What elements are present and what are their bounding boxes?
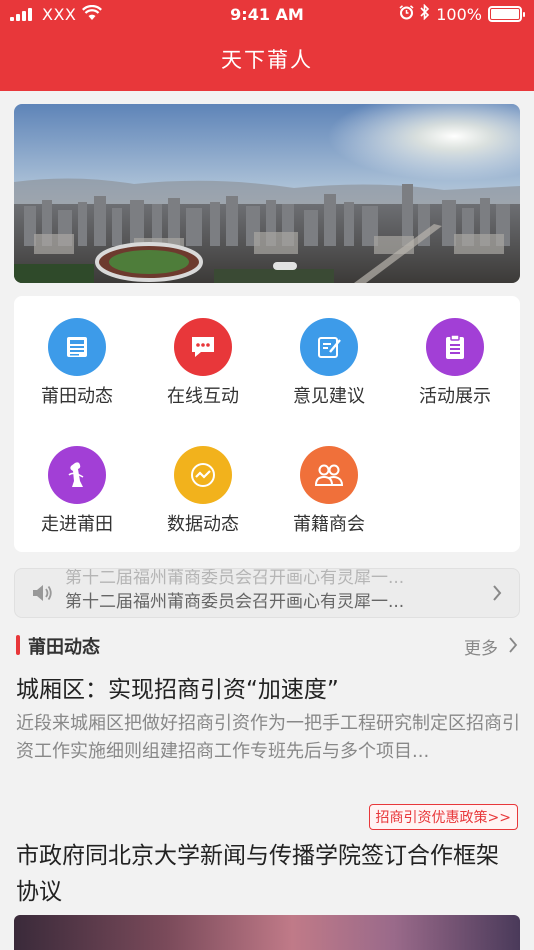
page-title: 天下莆人 — [221, 48, 313, 72]
menu-item-suggestions[interactable]: 意见建议 — [266, 318, 392, 408]
menu-item-data-trends[interactable]: 数据动态 — [140, 446, 266, 536]
article-summary: 近段来城厢区把做好招商引资作为一把手工程研究制定区招商引资工作实施细则组建招商工… — [16, 713, 520, 762]
article-image[interactable] — [14, 915, 520, 950]
menu-grid: 莆田动态 在线互动 意见建议 活动展示 走进莆田 数据动态 莆籍商会 — [14, 296, 520, 552]
menu-label: 走进莆田 — [41, 514, 113, 535]
battery-percent: 100% — [436, 4, 482, 24]
menu-label: 数据动态 — [167, 514, 239, 535]
chevron-right-icon[interactable] — [508, 636, 518, 658]
top-bar: XXX 9:41 AM 100% 天下莆人 — [0, 0, 534, 91]
city-skyline-photo — [14, 104, 520, 283]
clipboard-icon — [426, 318, 484, 376]
bluetooth-icon — [420, 3, 430, 24]
more-link[interactable]: 更多 — [464, 634, 498, 659]
menu-label: 在线互动 — [167, 386, 239, 407]
menu-label: 意见建议 — [293, 386, 365, 407]
menu-label: 活动展示 — [419, 386, 491, 407]
article-title[interactable]: 城厢区：实现招商引资“加速度” — [16, 670, 339, 704]
menu-label: 莆籍商会 — [293, 514, 365, 535]
speaker-icon — [31, 583, 53, 607]
menu-item-online-interaction[interactable]: 在线互动 — [140, 318, 266, 408]
chart-icon — [174, 446, 232, 504]
ticker-text: 第十二届福州莆商委员会召开画心有灵犀一... — [65, 592, 405, 612]
battery-icon — [488, 6, 525, 22]
menu-label: 莆田动态 — [41, 386, 113, 407]
carousel-indicator[interactable] — [273, 262, 297, 270]
group-icon — [300, 446, 358, 504]
news-icon — [48, 318, 106, 376]
alarm-icon — [399, 4, 414, 24]
article-title[interactable]: 市政府同北京大学新闻与传播学院签订合作框架协议 — [16, 838, 516, 910]
ticker-previous-text: 第十二届福州莆商委员会召开画心有灵犀一... — [65, 568, 405, 588]
menu-item-discover-putian[interactable]: 走进莆田 — [14, 446, 140, 536]
menu-item-putian-news[interactable]: 莆田动态 — [14, 318, 140, 408]
feedback-icon — [300, 318, 358, 376]
section-accent-bar — [16, 635, 20, 655]
news-ticker[interactable]: 第十二届福州莆商委员会召开画心有灵犀一... 第十二届福州莆商委员会召开画心有灵… — [14, 568, 520, 618]
banner-carousel[interactable] — [14, 104, 520, 283]
chevron-right-icon — [491, 583, 503, 607]
menu-item-activities[interactable]: 活动展示 — [392, 318, 518, 408]
statue-icon — [48, 446, 106, 504]
status-bar: XXX 9:41 AM 100% — [0, 0, 534, 30]
menu-item-chamber-of-commerce[interactable]: 莆籍商会 — [266, 446, 392, 536]
section-title: 莆田动态 — [28, 637, 100, 658]
chat-icon — [174, 318, 232, 376]
policy-tag[interactable]: 招商引资优惠政策>> — [368, 804, 518, 830]
